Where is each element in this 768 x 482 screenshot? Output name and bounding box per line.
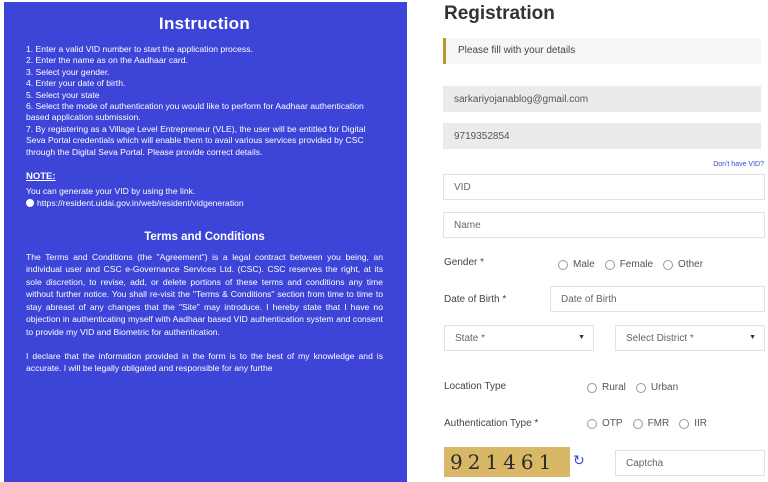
caret-down-icon: ▼ xyxy=(749,334,756,341)
terms-title: Terms and Conditions xyxy=(144,231,265,244)
vid-input[interactable]: VID xyxy=(443,174,765,200)
auth-fmr-label: FMR xyxy=(647,418,670,429)
instruction-panel: Instruction 1. Enter a valid VID number … xyxy=(4,2,407,482)
mobile-field[interactable]: 9719352854 xyxy=(443,123,761,149)
gender-radio-group: Male Female Other xyxy=(558,259,703,270)
radio-circle-icon[interactable] xyxy=(632,418,643,429)
instruction-item: 2. Enter the name as on the Aadhaar card… xyxy=(26,55,188,66)
instruction-item: 4. Enter your date of birth. xyxy=(26,78,126,89)
instruction-item: 7. By registering as a Village Level Ent… xyxy=(26,123,366,157)
location-urban-option[interactable]: Urban xyxy=(635,382,679,393)
auth-otp-option[interactable]: OTP xyxy=(587,418,623,429)
auth-iir-option[interactable]: IIR xyxy=(679,418,707,429)
dob-input[interactable]: Date of Birth xyxy=(550,286,765,312)
radio-circle-icon[interactable] xyxy=(587,418,597,429)
terms-text: The Terms and Conditions (the "Agreement… xyxy=(26,252,383,337)
vid-generation-link-text[interactable]: https://resident.uidai.gov.in/web/reside… xyxy=(37,197,244,209)
instruction-item: 1. Enter a valid VID number to start the… xyxy=(26,44,253,54)
radio-circle-icon[interactable] xyxy=(587,382,597,393)
declaration-text: I declare that the information provided … xyxy=(26,350,383,374)
refresh-icon[interactable]: ↻ xyxy=(573,452,585,469)
auth-iir-label: IIR xyxy=(694,418,708,429)
globe-icon xyxy=(26,199,34,208)
radio-circle-icon[interactable] xyxy=(663,259,674,270)
caret-down-icon: ▼ xyxy=(578,334,585,341)
note-text: You can generate your VID by using the l… xyxy=(26,186,196,197)
gender-male-option[interactable]: Male xyxy=(558,259,595,270)
auth-otp-label: OTP xyxy=(602,418,623,429)
dob-label: Date of Birth * xyxy=(444,294,507,305)
captcha-image: 921461 xyxy=(444,447,570,477)
gender-other-option[interactable]: Other xyxy=(663,259,703,270)
dont-have-vid-link[interactable]: Don't have VID? xyxy=(713,161,764,168)
location-type-label: Location Type xyxy=(444,381,507,392)
name-input[interactable]: Name xyxy=(443,212,765,238)
location-radio-group: Rural Urban xyxy=(587,382,678,393)
gender-label: Gender * xyxy=(444,257,485,268)
instruction-item: 3. Select your gender. xyxy=(26,66,110,77)
location-rural-label: Rural xyxy=(602,382,626,393)
auth-fmr-option[interactable]: FMR xyxy=(632,418,670,429)
location-rural-option[interactable]: Rural xyxy=(587,382,626,393)
instruction-item: 6. Select the mode of authentication you… xyxy=(26,101,364,123)
radio-circle-icon[interactable] xyxy=(679,418,690,429)
note-title: NOTE: xyxy=(26,171,56,183)
vid-generation-link[interactable]: https://resident.uidai.gov.in/web/reside… xyxy=(26,197,383,209)
email-field[interactable]: sarkariyojanablog@gmail.com xyxy=(443,86,761,112)
gender-female-label: Female xyxy=(619,259,654,270)
radio-circle-icon[interactable] xyxy=(604,259,615,270)
registration-form: Registration Please fill with your detai… xyxy=(407,0,768,482)
state-select-label: State * xyxy=(455,333,486,344)
instruction-title: Instruction xyxy=(158,14,251,33)
captcha-input[interactable]: Captcha xyxy=(615,450,765,476)
auth-type-label: Authentication Type * xyxy=(444,418,539,429)
radio-circle-icon[interactable] xyxy=(558,259,568,270)
location-urban-label: Urban xyxy=(650,382,679,393)
gender-female-option[interactable]: Female xyxy=(604,259,654,270)
state-select[interactable]: State * ▼ xyxy=(444,325,594,351)
district-select[interactable]: Select District * ▼ xyxy=(615,325,765,351)
district-select-label: Select District * xyxy=(626,333,694,344)
instruction-item: 5. Select your state xyxy=(26,89,100,100)
instruction-list: 1. Enter a valid VID number to start the… xyxy=(26,44,383,158)
auth-radio-group: OTP FMR IIR xyxy=(587,418,707,429)
notice-banner: Please fill with your details xyxy=(443,38,761,64)
page-title: Registration xyxy=(444,3,555,24)
gender-male-label: Male xyxy=(573,259,595,270)
gender-other-label: Other xyxy=(678,259,704,270)
radio-circle-icon[interactable] xyxy=(635,382,646,393)
